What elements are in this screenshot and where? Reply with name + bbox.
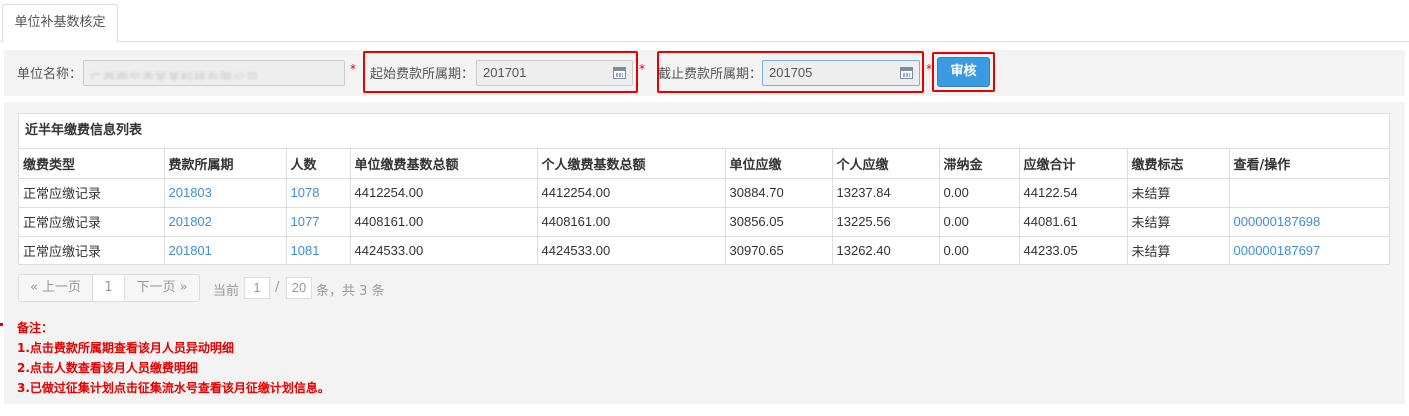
highlight-end-period bbox=[657, 51, 924, 93]
total-due: 44081.61 bbox=[1018, 206, 1128, 237]
column-header: 缴费标志 bbox=[1126, 149, 1230, 179]
period-link[interactable]: 201801 bbox=[169, 243, 212, 258]
personal-due: 13237.84 bbox=[831, 177, 940, 208]
current-page-input[interactable]: 1 bbox=[244, 277, 270, 299]
payment-type: 正常应缴记录 bbox=[19, 206, 165, 237]
late-fee: 0.00 bbox=[938, 206, 1020, 237]
headcount-link[interactable]: 1078 bbox=[291, 185, 320, 200]
column-header: 个人缴费基数总额 bbox=[536, 149, 726, 179]
payment-table: 缴费类型 费款所属期 人数 单位缴费基数总额 个人缴费基数总额 单位应缴 个人应… bbox=[19, 149, 1389, 265]
serial-link[interactable]: 000000187697 bbox=[1234, 243, 1321, 258]
unit-due: 30884.70 bbox=[724, 177, 833, 208]
period-link[interactable]: 201803 bbox=[169, 185, 212, 200]
payment-status: 未结算 bbox=[1126, 206, 1230, 237]
required-mark: * bbox=[350, 62, 356, 76]
tab-unit-base-review[interactable]: 单位补基数核定 bbox=[2, 4, 118, 43]
pagination: « 上一页 1 下一页 » 当前 1 / 20 条，共 3 条 bbox=[18, 274, 394, 302]
late-fee: 0.00 bbox=[938, 235, 1020, 265]
period-link[interactable]: 201802 bbox=[169, 214, 212, 229]
headcount-link[interactable]: 1077 bbox=[291, 214, 320, 229]
headcount-link[interactable]: 1081 bbox=[291, 243, 320, 258]
unit-name-field[interactable]: 广西南宁市某某科技有限公司 bbox=[83, 60, 345, 86]
personal-due: 13225.56 bbox=[831, 206, 940, 237]
column-header: 单位应缴 bbox=[724, 149, 833, 179]
unit-base: 4412254.00 bbox=[349, 177, 538, 208]
column-header: 查看/操作 bbox=[1228, 149, 1389, 179]
note-marker bbox=[0, 323, 3, 326]
note-item: 3.已做过征集计划点击征集流水号查看该月征缴计划信息。 bbox=[17, 381, 330, 395]
column-header: 缴费类型 bbox=[19, 149, 165, 179]
personal-base: 4412254.00 bbox=[536, 177, 726, 208]
next-page-button[interactable]: 下一页 » bbox=[124, 274, 200, 302]
notes-title: 备注： bbox=[17, 321, 54, 335]
payment-type: 正常应缴记录 bbox=[19, 177, 165, 208]
total-due: 44233.05 bbox=[1018, 235, 1128, 265]
late-fee: 0.00 bbox=[938, 177, 1020, 208]
required-mark: * bbox=[639, 62, 645, 76]
column-header: 个人应缴 bbox=[831, 149, 940, 179]
unit-name-label: 单位名称： bbox=[17, 67, 83, 82]
payment-status: 未结算 bbox=[1126, 177, 1230, 208]
note-item: 1.点击费款所属期查看该月人员异动明细 bbox=[17, 341, 234, 355]
note-item: 2.点击人数查看该月人员缴费明细 bbox=[17, 361, 198, 375]
tab-bar: 单位补基数核定 bbox=[0, 0, 1409, 43]
panel-title: 近半年缴费信息列表 bbox=[19, 114, 1389, 149]
notes: 备注： 1.点击费款所属期查看该月人员异动明细 2.点击人数查看该月人员缴费明细… bbox=[17, 318, 330, 398]
review-button[interactable]: 审核 bbox=[937, 57, 990, 87]
serial-link[interactable]: 000000187698 bbox=[1234, 214, 1321, 229]
current-page-label: 当前 bbox=[213, 284, 240, 299]
column-header: 应缴合计 bbox=[1018, 149, 1128, 179]
table-row: 正常应缴记录 201801 1081 4424533.00 4424533.00… bbox=[19, 235, 1389, 265]
column-header: 人数 bbox=[285, 149, 351, 179]
page-number-button[interactable]: 1 bbox=[92, 274, 125, 302]
column-header: 费款所属期 bbox=[163, 149, 287, 179]
payment-type: 正常应缴记录 bbox=[19, 235, 165, 265]
table-row: 正常应缴记录 201803 1078 4412254.00 4412254.00… bbox=[19, 177, 1389, 208]
unit-base: 4424533.00 bbox=[349, 235, 538, 265]
unit-due: 30856.05 bbox=[724, 206, 833, 237]
table-row: 正常应缴记录 201802 1077 4408161.00 4408161.00… bbox=[19, 206, 1389, 237]
column-header: 滞纳金 bbox=[938, 149, 1020, 179]
prev-page-button[interactable]: « 上一页 bbox=[18, 274, 93, 302]
unit-name-value: 广西南宁市某某科技有限公司 bbox=[90, 71, 260, 80]
unit-due: 30970.65 bbox=[724, 235, 833, 265]
total-pages: 20 bbox=[286, 277, 312, 299]
page-separator: / bbox=[275, 280, 280, 295]
personal-due: 13262.40 bbox=[831, 235, 940, 265]
total-due: 44122.54 bbox=[1018, 177, 1128, 208]
unit-base: 4408161.00 bbox=[349, 206, 538, 237]
payment-list-panel: 近半年缴费信息列表 缴费类型 费款所属期 人数 单位缴费基数总额 个人缴费基数总… bbox=[18, 113, 1390, 265]
payment-status: 未结算 bbox=[1126, 235, 1230, 265]
table-header-row: 缴费类型 费款所属期 人数 单位缴费基数总额 个人缴费基数总额 单位应缴 个人应… bbox=[19, 149, 1389, 179]
personal-base: 4424533.00 bbox=[536, 235, 726, 265]
highlight-start-period bbox=[363, 51, 638, 93]
column-header: 单位缴费基数总额 bbox=[349, 149, 538, 179]
record-count: 条，共 3 条 bbox=[316, 284, 385, 299]
personal-base: 4408161.00 bbox=[536, 206, 726, 237]
